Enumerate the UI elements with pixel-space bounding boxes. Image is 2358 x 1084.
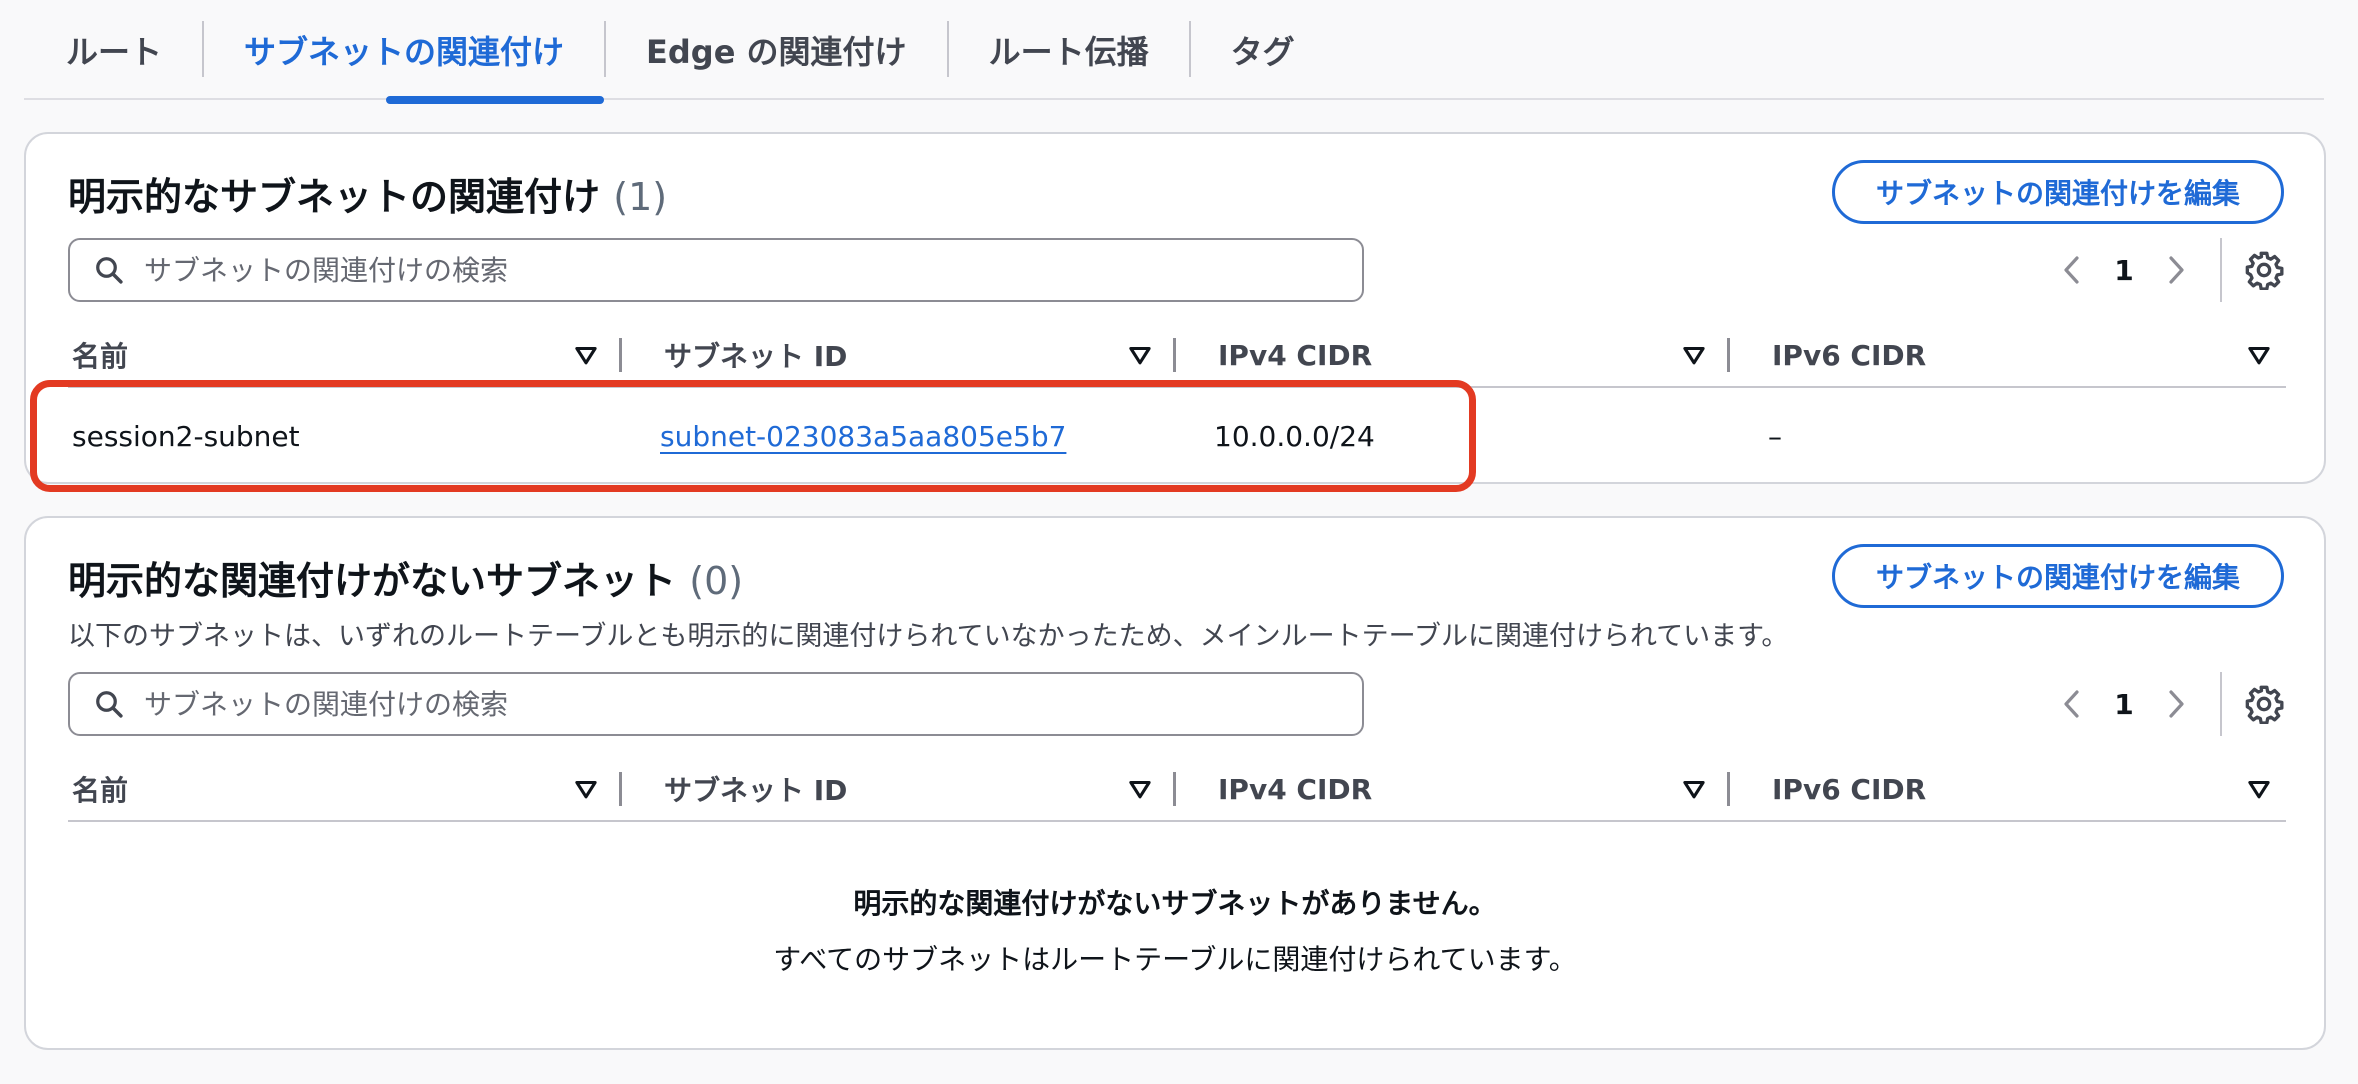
panel-title: 明示的な関連付けがないサブネット (0): [68, 550, 743, 605]
column-header-name[interactable]: 名前: [68, 758, 660, 820]
column-label: 名前: [72, 340, 129, 373]
column-header-name[interactable]: 名前: [68, 324, 660, 386]
page-number[interactable]: 1: [2094, 254, 2154, 287]
edit-subnet-associations-button[interactable]: サブネットの関連付けを編集: [1832, 160, 2284, 224]
settings-gear-icon[interactable]: [2244, 684, 2284, 724]
explicit-associations-panel: 明示的なサブネットの関連付け (1) サブネットの関連付けを編集 1 名前 サブ…: [24, 132, 2326, 484]
prev-page-button[interactable]: [2050, 682, 2094, 726]
column-resizer[interactable]: [1173, 772, 1176, 806]
tab-tags[interactable]: タグ: [1191, 0, 1335, 100]
sort-icon[interactable]: [1127, 342, 1153, 368]
panel-count: (0): [689, 559, 744, 603]
chevron-left-icon: [2064, 256, 2079, 284]
search-icon: [96, 257, 123, 284]
column-label: サブネット ID: [664, 340, 848, 373]
column-resizer[interactable]: [1173, 338, 1176, 372]
tab-edge-associations[interactable]: Edge の関連付け: [606, 0, 947, 100]
chevron-left-icon: [2064, 690, 2079, 718]
search-icon: [96, 691, 123, 718]
cell-ipv4-cidr: 10.0.0.0/24: [1214, 419, 1375, 453]
column-resizer[interactable]: [619, 772, 622, 806]
page-number[interactable]: 1: [2094, 688, 2154, 721]
pagination: 1: [2050, 672, 2284, 736]
chevron-right-icon: [2169, 690, 2184, 718]
sort-icon[interactable]: [573, 342, 599, 368]
sort-icon[interactable]: [2246, 776, 2272, 802]
tab-route-propagation[interactable]: ルート伝播: [949, 0, 1189, 100]
subnet-id-link[interactable]: subnet-023083a5aa805e5b7: [660, 420, 1066, 453]
sort-icon[interactable]: [1681, 776, 1707, 802]
column-header-ipv6-cidr[interactable]: IPv6 CIDR: [1768, 758, 2286, 820]
empty-state-message: すべてのサブネットはルートテーブルに関連付けられています。: [773, 943, 1577, 976]
settings-gear-icon[interactable]: [2244, 250, 2284, 290]
column-header-ipv4-cidr[interactable]: IPv4 CIDR: [1214, 324, 1768, 386]
sort-icon[interactable]: [2246, 342, 2272, 368]
tab-bar: ルート サブネットの関連付け Edge の関連付け ルート伝播 タグ: [24, 0, 2324, 104]
column-label: IPv6 CIDR: [1772, 338, 1927, 372]
tab-subnet-associations[interactable]: サブネットの関連付け: [204, 0, 605, 104]
table-header: 名前 サブネット ID IPv4 CIDR IPv6 CIDR: [68, 324, 2286, 388]
sort-icon[interactable]: [573, 776, 599, 802]
pager-divider: [2220, 238, 2222, 302]
sort-icon[interactable]: [1681, 342, 1707, 368]
search-field[interactable]: [68, 672, 1364, 736]
implicit-associations-panel: 明示的な関連付けがないサブネット (0) 以下のサブネットは、いずれのルートテー…: [24, 516, 2326, 1050]
edit-subnet-associations-button[interactable]: サブネットの関連付けを編集: [1832, 544, 2284, 608]
pagination: 1: [2050, 238, 2284, 302]
tab-routes[interactable]: ルート: [24, 0, 202, 100]
next-page-button[interactable]: [2154, 682, 2198, 726]
column-label: IPv4 CIDR: [1218, 772, 1373, 806]
column-resizer[interactable]: [1727, 338, 1730, 372]
column-resizer[interactable]: [1727, 772, 1730, 806]
panel-count: (1): [613, 175, 668, 219]
column-resizer[interactable]: [619, 338, 622, 372]
column-label: 名前: [72, 774, 129, 807]
search-input[interactable]: [144, 687, 1362, 721]
column-label: IPv4 CIDR: [1218, 338, 1373, 372]
table-header: 名前 サブネット ID IPv4 CIDR IPv6 CIDR: [68, 758, 2286, 822]
cell-subnet-id: subnet-023083a5aa805e5b7: [660, 390, 1214, 482]
column-header-ipv6-cidr[interactable]: IPv6 CIDR: [1768, 324, 2286, 386]
chevron-right-icon: [2169, 256, 2184, 284]
table-row[interactable]: session2-subnet subnet-023083a5aa805e5b7…: [68, 390, 2286, 482]
prev-page-button[interactable]: [2050, 248, 2094, 292]
search-field[interactable]: [68, 238, 1364, 302]
column-header-subnet-id[interactable]: サブネット ID: [660, 324, 1214, 386]
panel-title: 明示的なサブネットの関連付け (1): [68, 166, 667, 221]
search-input[interactable]: [144, 253, 1362, 287]
pager-divider: [2220, 672, 2222, 736]
column-label: IPv6 CIDR: [1772, 772, 1927, 806]
panel-title-text: 明示的な関連付けがないサブネット: [68, 559, 677, 603]
empty-state-title: 明示的な関連付けがないサブネットがありません。: [853, 887, 1497, 920]
cell-ipv6-cidr: –: [1768, 419, 1782, 453]
panel-description: 以下のサブネットは、いずれのルートテーブルとも明示的に関連付けられていなかったた…: [68, 621, 1789, 652]
next-page-button[interactable]: [2154, 248, 2198, 292]
sort-icon[interactable]: [1127, 776, 1153, 802]
panel-title-text: 明示的なサブネットの関連付け: [68, 175, 601, 219]
cell-name: session2-subnet: [72, 419, 300, 453]
column-header-subnet-id[interactable]: サブネット ID: [660, 758, 1214, 820]
column-header-ipv4-cidr[interactable]: IPv4 CIDR: [1214, 758, 1768, 820]
column-label: サブネット ID: [664, 774, 848, 807]
